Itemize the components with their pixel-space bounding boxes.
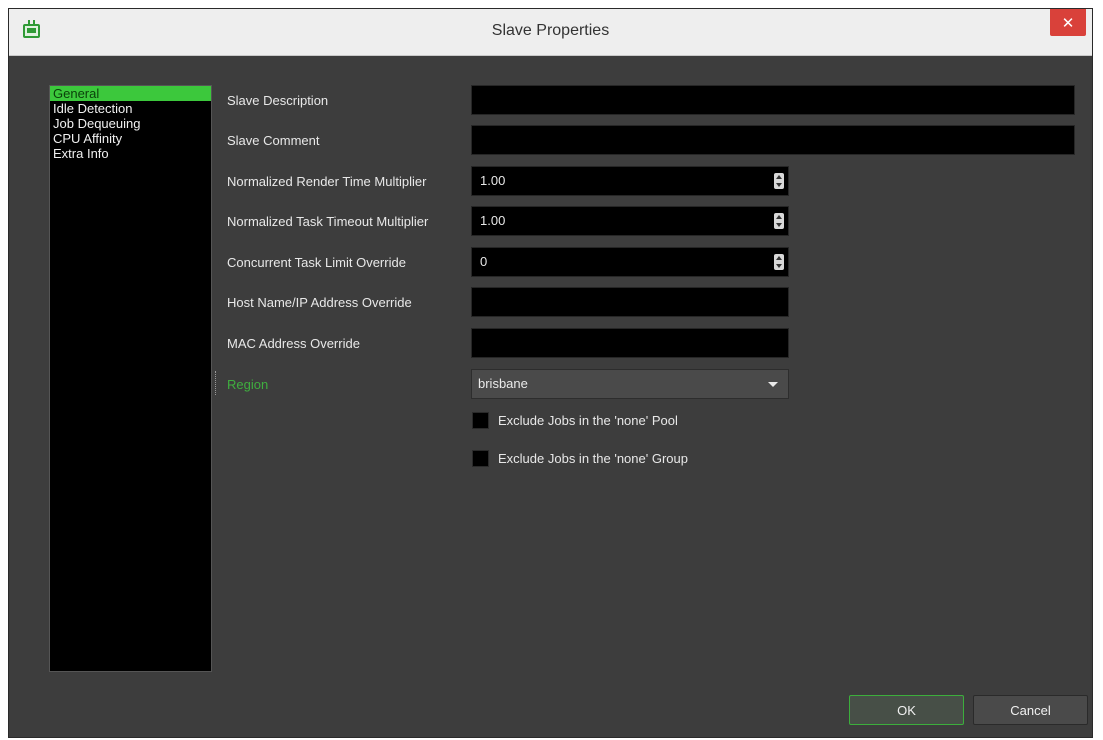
task-timeout-multiplier-label: Normalized Task Timeout Multiplier: [227, 214, 429, 229]
concurrent-task-limit-value: 0: [480, 254, 488, 269]
sidebar-item-job-dequeuing[interactable]: Job Dequeuing: [50, 116, 211, 131]
ok-button[interactable]: OK: [849, 695, 964, 725]
mac-override-label: MAC Address Override: [227, 336, 360, 351]
exclude-none-pool-checkbox[interactable]: [472, 411, 489, 429]
sidebar-item-extra-info[interactable]: Extra Info: [50, 146, 211, 161]
region-selected-value: brisbane: [478, 376, 528, 391]
chevron-down-icon: [768, 382, 778, 387]
spin-arrows-icon[interactable]: [774, 213, 784, 229]
host-override-label: Host Name/IP Address Override: [227, 295, 412, 310]
concurrent-task-limit-spinbox[interactable]: 0: [471, 247, 789, 277]
task-timeout-multiplier-spinbox[interactable]: 1.00: [471, 206, 789, 236]
exclude-none-pool-row[interactable]: Exclude Jobs in the 'none' Pool: [472, 411, 678, 429]
spin-arrows-icon[interactable]: [774, 254, 784, 270]
region-dropdown[interactable]: brisbane: [471, 369, 789, 399]
close-button[interactable]: ✕: [1050, 9, 1086, 36]
concurrent-task-limit-label: Concurrent Task Limit Override: [227, 255, 406, 270]
sidebar-item-cpu-affinity[interactable]: CPU Affinity: [50, 131, 211, 146]
sidebar-item-general[interactable]: General: [50, 86, 211, 101]
slave-comment-input[interactable]: [471, 125, 1075, 155]
close-icon: ✕: [1061, 14, 1075, 32]
dialog-window: Slave Properties ✕ General Idle Detectio…: [8, 8, 1093, 738]
category-list: General Idle Detection Job Dequeuing CPU…: [49, 85, 212, 672]
render-time-multiplier-value: 1.00: [480, 173, 506, 188]
render-time-multiplier-label: Normalized Render Time Multiplier: [227, 174, 427, 189]
title-bar: Slave Properties ✕: [9, 9, 1092, 56]
exclude-none-pool-label: Exclude Jobs in the 'none' Pool: [498, 412, 678, 428]
slave-comment-label: Slave Comment: [227, 133, 320, 148]
cancel-button[interactable]: Cancel: [973, 695, 1088, 725]
exclude-none-group-row[interactable]: Exclude Jobs in the 'none' Group: [472, 449, 688, 467]
slave-description-label: Slave Description: [227, 93, 329, 108]
exclude-none-group-checkbox[interactable]: [472, 449, 489, 467]
task-timeout-multiplier-value: 1.00: [480, 213, 506, 228]
exclude-none-group-label: Exclude Jobs in the 'none' Group: [498, 450, 688, 466]
window-title: Slave Properties: [491, 22, 610, 39]
region-label-marker: [215, 371, 216, 395]
region-label: Region: [227, 377, 269, 392]
mac-override-input[interactable]: [471, 328, 789, 358]
sidebar-item-idle-detection[interactable]: Idle Detection: [50, 101, 211, 116]
host-override-input[interactable]: [471, 287, 789, 317]
render-time-multiplier-spinbox[interactable]: 1.00: [471, 166, 789, 196]
slave-description-input[interactable]: [471, 85, 1075, 115]
spin-arrows-icon[interactable]: [774, 173, 784, 189]
